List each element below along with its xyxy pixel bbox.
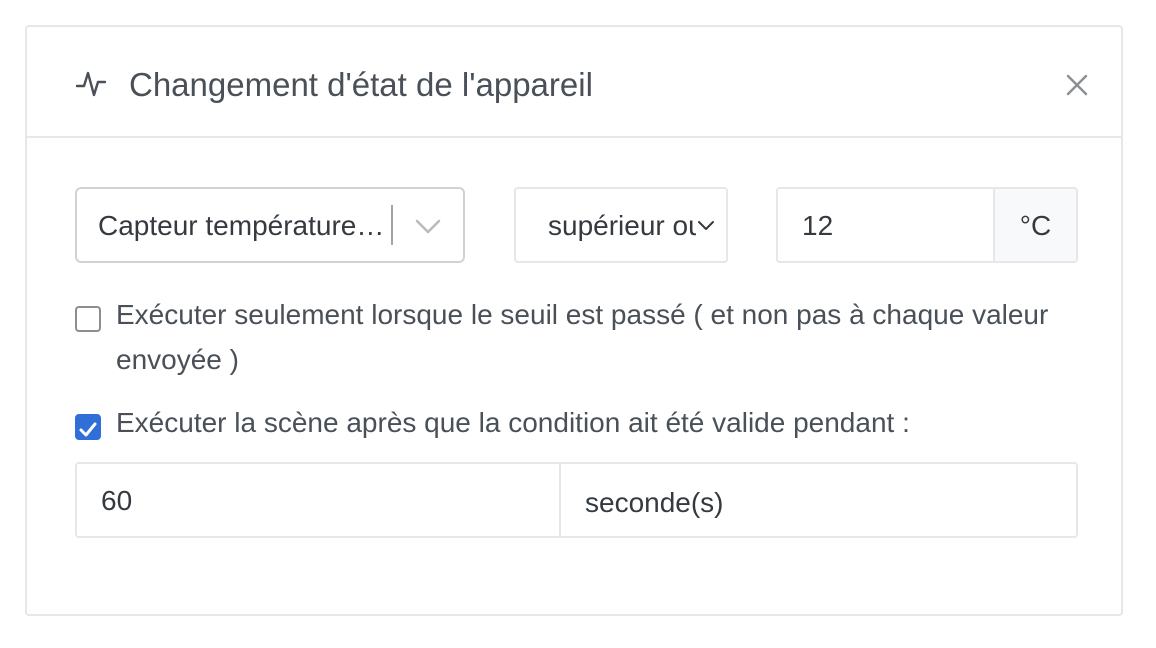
unit-addon: °C	[993, 187, 1078, 263]
delay-value-input[interactable]: 60	[75, 462, 563, 538]
check-icon	[79, 422, 97, 437]
operator-select-value: supérieur ou égal à	[548, 210, 698, 241]
operator-select[interactable]: supérieur ou égal à	[514, 187, 728, 263]
chevron-down-icon	[415, 219, 441, 234]
delay-unit-value: seconde(s)	[585, 487, 724, 518]
threshold-value-input[interactable]: 12	[776, 187, 995, 263]
delay-unit-select[interactable]: seconde(s)	[559, 462, 1078, 538]
delay-value: 60	[101, 485, 133, 516]
device-select-value: Capteur température salon	[98, 210, 390, 241]
close-icon[interactable]	[1065, 73, 1089, 97]
chevron-down-icon	[696, 217, 716, 235]
text-cursor	[391, 205, 393, 245]
threshold-only-option: Exécuter seulement lorsque le seuil est …	[75, 299, 1079, 397]
threshold-value: 12	[802, 210, 834, 241]
delay-checkbox[interactable]	[75, 414, 101, 440]
device-state-change-card: Changement d'état de l'appareil Capteur …	[25, 25, 1123, 616]
threshold-only-label: Exécuter seulement lorsque le seuil est …	[116, 299, 1049, 375]
threshold-only-checkbox[interactable]	[75, 306, 101, 332]
device-select[interactable]: Capteur température salon	[75, 187, 465, 263]
card-title: Changement d'état de l'appareil	[129, 66, 593, 103]
activity-icon	[75, 71, 107, 97]
delay-label: Exécuter la scène après que la condition…	[116, 407, 910, 438]
card-header: Changement d'état de l'appareil	[27, 27, 1121, 138]
delay-option: Exécuter la scène après que la condition…	[75, 407, 1079, 450]
unit-label: °C	[1019, 210, 1052, 241]
